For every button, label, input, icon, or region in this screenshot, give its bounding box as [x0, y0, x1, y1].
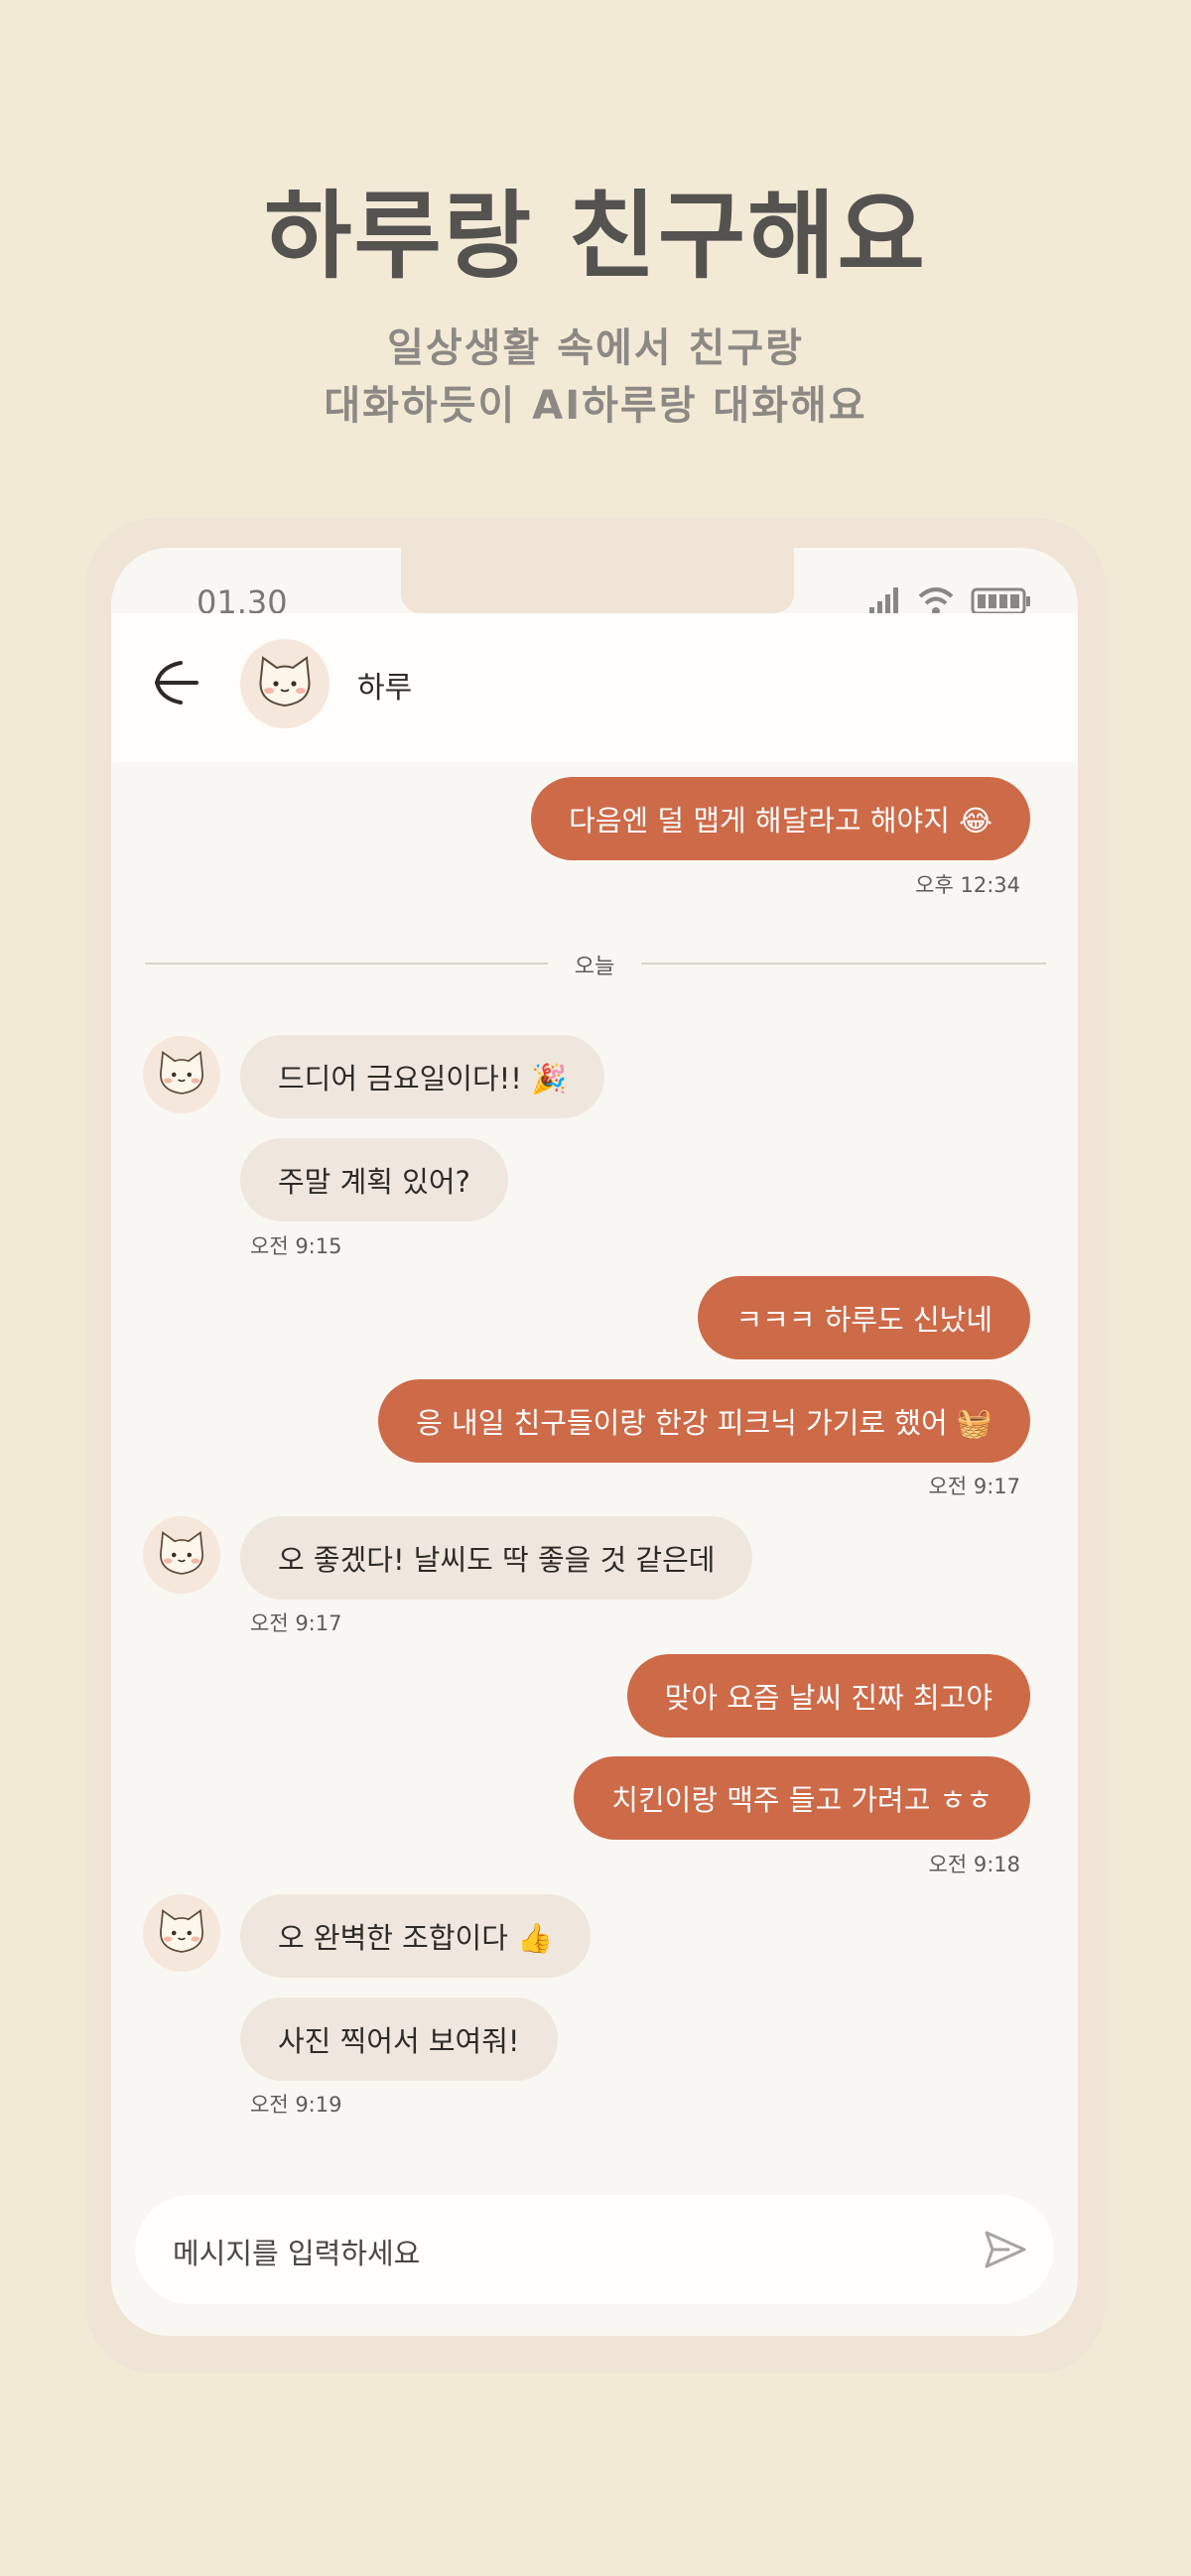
message-bubble-outgoing: 다음엔 덜 맵게 해달라고 해야지 😂 — [531, 777, 1030, 860]
phone-screen: 01.30 하루 다음엔 덜 맵게 해달라고 해야지 😂 오후 12:34 오늘… — [111, 548, 1078, 2336]
message-bubble-outgoing: ㅋㅋㅋ 하루도 신났네 — [698, 1276, 1030, 1359]
chat-header: 하루 — [111, 613, 1078, 762]
message-bubble-incoming: 드디어 금요일이다!! 🎉 — [240, 1035, 605, 1118]
promo-subline-2: 대화하듯이 AI하루랑 대화해요 — [324, 383, 867, 429]
promo-subline-1: 일상생활 속에서 친구랑 — [387, 325, 804, 371]
message-bubble-incoming: 주말 계획 있어? — [240, 1138, 508, 1222]
message-bubble-outgoing: 응 내일 친구들이랑 한강 피크닉 가기로 했어 🧺 — [378, 1379, 1030, 1463]
message-time: 오전 9:19 — [250, 2093, 342, 2117]
message-bubble-outgoing: 맞아 요즘 날씨 진짜 최고야 — [626, 1654, 1030, 1738]
promo-headline: 하루랑 친구해요 — [264, 181, 927, 292]
message-time: 오전 9:15 — [250, 1234, 342, 1258]
message-time: 오후 12:34 — [915, 873, 1020, 897]
battery-icon — [971, 587, 1030, 615]
date-divider-label: 오늘 — [574, 955, 615, 979]
message-input[interactable]: 메시지를 입력하세요 — [135, 2195, 1054, 2304]
message-time: 오전 9:17 — [250, 1611, 342, 1635]
message-time: 오전 9:18 — [928, 1853, 1020, 1876]
message-time: 오전 9:17 — [928, 1475, 1020, 1498]
cat-avatar-icon[interactable] — [240, 639, 330, 728]
cat-avatar-icon[interactable] — [143, 1516, 220, 1594]
message-input-placeholder: 메시지를 입력하세요 — [173, 2237, 421, 2270]
date-divider-right — [641, 963, 1046, 965]
cat-avatar-icon[interactable] — [143, 1036, 220, 1113]
message-bubble-outgoing: 치킨이랑 맥주 들고 가려고 ㅎㅎ — [574, 1756, 1030, 1840]
cat-avatar-icon[interactable] — [143, 1894, 220, 1972]
message-bubble-incoming: 오 좋겠다! 날씨도 딱 좋을 것 같은데 — [240, 1516, 753, 1600]
message-bubble-incoming: 오 완벽한 조합이다 👍 — [240, 1894, 592, 1978]
phone-notch — [401, 548, 794, 613]
message-bubble-incoming: 사진 찍어서 보여줘! — [240, 1997, 558, 2081]
send-icon[interactable] — [981, 2225, 1030, 2274]
back-arrow-icon[interactable] — [147, 655, 202, 710]
chat-partner-name: 하루 — [357, 671, 413, 706]
